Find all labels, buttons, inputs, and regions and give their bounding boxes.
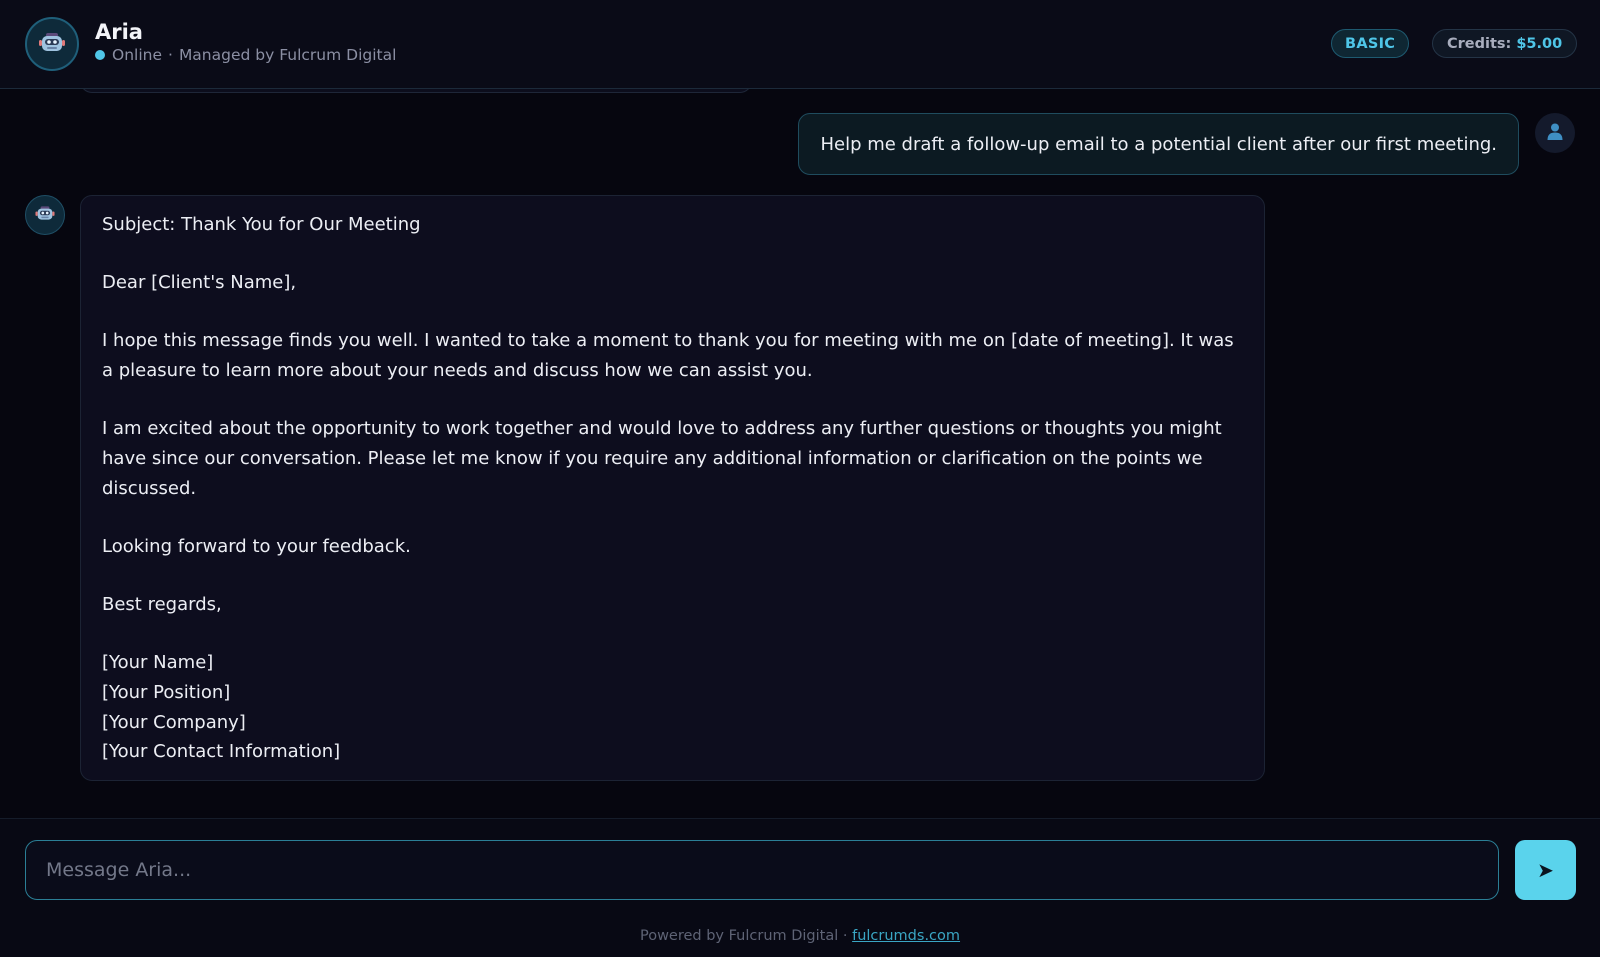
signature-line: [Your Name]	[102, 652, 214, 674]
credits-badge: Credits: $5.00	[1432, 29, 1578, 58]
powered-by-text: Powered by Fulcrum Digital ·	[639, 928, 848, 944]
assistant-message-avatar	[25, 195, 65, 235]
header-bar: Aria Online · Managed by Fulcrum Digital…	[0, 0, 1600, 89]
signature-line: [Your Position]	[102, 682, 231, 704]
assistant-message: Subject: Thank You for Our Meeting Dear …	[80, 195, 1265, 782]
plan-badge: BASIC	[1331, 29, 1410, 58]
status-text: Online	[112, 46, 162, 64]
robot-icon	[37, 27, 67, 61]
status-separator: ·	[168, 46, 173, 64]
email-subject: Subject: Thank You for Our Meeting	[102, 214, 421, 235]
email-signature: [Your Name] [Your Position] [Your Compan…	[102, 648, 1243, 767]
online-indicator-icon	[95, 50, 105, 60]
robot-icon	[34, 202, 56, 228]
send-arrow-icon: ➤	[1537, 859, 1554, 882]
assistant-avatar	[25, 17, 79, 71]
assistant-status: Online · Managed by Fulcrum Digital	[95, 46, 396, 64]
user-icon	[1545, 121, 1565, 145]
website-link[interactable]: fulcrumds.com	[852, 928, 960, 944]
send-button[interactable]: ➤	[1515, 840, 1576, 900]
email-paragraph-1: I hope this message finds you well. I wa…	[102, 330, 1234, 382]
managed-by-text: Managed by Fulcrum Digital	[178, 46, 397, 64]
signature-line: [Your Contact Information]	[102, 741, 341, 763]
signature-line: [Your Company]	[102, 711, 246, 733]
credits-label: Credits:	[1447, 35, 1512, 52]
email-closing-line: Looking forward to your feedback.	[102, 535, 411, 557]
user-message-text: Help me draft a follow-up email to a pot…	[820, 133, 1497, 155]
credits-amount: $5.00	[1516, 35, 1563, 52]
user-message: Help me draft a follow-up email to a pot…	[798, 113, 1519, 175]
email-paragraph-2: I am excited about the opportunity to wo…	[102, 418, 1222, 499]
composer: ➤ Powered by Fulcrum Digital · fulcrumds…	[0, 818, 1600, 957]
chat-app: Aria Online · Managed by Fulcrum Digital…	[0, 0, 1600, 957]
previous-message-edge	[80, 89, 752, 93]
message-input[interactable]	[25, 840, 1499, 900]
email-greeting: Dear [Client's Name],	[102, 272, 297, 294]
message-list[interactable]: Help me draft a follow-up email to a pot…	[0, 89, 1600, 818]
assistant-name: Aria	[95, 20, 143, 44]
user-avatar	[1535, 113, 1575, 153]
footer: Powered by Fulcrum Digital · fulcrumds.c…	[0, 928, 1600, 944]
email-sign-off: Best regards,	[102, 594, 222, 616]
